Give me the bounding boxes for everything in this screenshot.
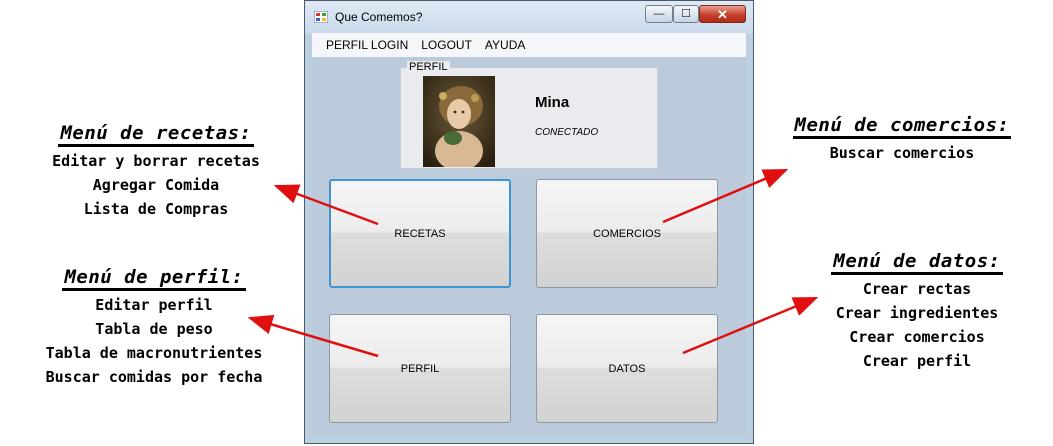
annotation-line: Crear ingredientes [835,304,999,322]
minimize-icon: — [653,7,665,20]
menu-bar: PERFIL LOGIN LOGOUT AYUDA [312,33,746,57]
profile-status: CONECTADO [535,127,599,138]
profile-group-legend: PERFIL [407,61,450,73]
perfil-button[interactable]: PERFIL [329,314,511,423]
annotation-line: Lista de Compras [83,200,229,218]
menu-item-perfil-login[interactable]: PERFIL LOGIN [326,38,408,52]
maximize-button[interactable]: ☐ [673,5,699,23]
maximize-icon: ☐ [681,7,691,20]
annotation-comercios-title: Menú de comercios: [792,114,1012,139]
annotation-line: Crear comercios [849,328,985,346]
comercios-button-label: COMERCIOS [593,227,661,240]
annotation-perfil: Menú de perfil: Editar perfil Tabla de p… [10,266,298,389]
annotation-line: Crear perfil [862,352,972,370]
recetas-button-label: RECETAS [394,227,446,240]
annotation-line: Editar perfil [95,296,213,314]
perfil-button-label: PERFIL [400,362,440,375]
annotation-line: Tabla de macronutrientes [45,344,263,362]
annotation-line: Crear rectas [862,280,972,298]
annotation-comercios: Menú de comercios: Buscar comercios [762,114,1042,165]
menu-item-ayuda[interactable]: AYUDA [485,38,525,52]
annotation-datos: Menú de datos: Crear rectas Crear ingred… [812,250,1022,373]
recetas-button[interactable]: RECETAS [329,179,511,288]
title-bar[interactable]: Que Comemos? — ☐ ✕ [305,1,753,34]
datos-button-label: DATOS [608,362,646,375]
annotation-recetas-title: Menú de recetas: [58,122,254,147]
datos-button[interactable]: DATOS [536,314,718,423]
profile-name: Mina [535,94,570,111]
annotation-line: Buscar comidas por fecha [45,368,263,386]
annotation-line: Buscar comercios [829,144,975,162]
annotation-datos-title: Menú de datos: [831,250,1003,275]
profile-group: PERFIL Mina CONECTADO [400,61,658,169]
menu-item-logout[interactable]: LOGOUT [421,38,472,52]
app-window: Que Comemos? — ☐ ✕ PERFIL LOGIN LOGOUT A… [304,0,754,444]
app-icon [314,11,328,23]
annotation-line: Tabla de peso [95,320,213,338]
avatar-image [423,76,495,167]
annotation-line: Editar y borrar recetas [52,152,260,170]
annotation-perfil-title: Menú de perfil: [62,266,246,291]
annotation-recetas: Menú de recetas: Editar y borrar recetas… [20,122,292,221]
minimize-button[interactable]: — [645,5,673,23]
annotation-line: Agregar Comida [92,176,220,194]
window-title: Que Comemos? [335,10,423,24]
avatar [423,76,495,167]
close-icon: ✕ [717,6,728,22]
close-button[interactable]: ✕ [699,5,746,23]
main-panel: PERFIL Mina CONECTADO RECETAS COMERCIOS … [312,57,746,437]
comercios-button[interactable]: COMERCIOS [536,179,718,288]
